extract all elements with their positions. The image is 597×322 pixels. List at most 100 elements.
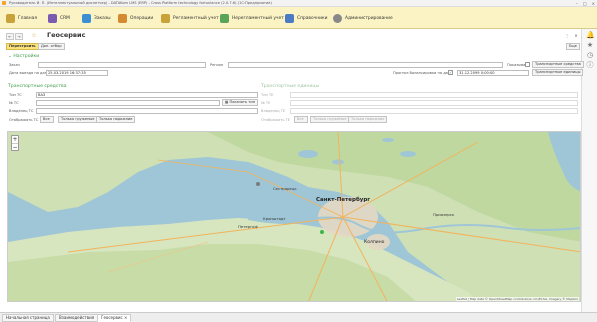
- close-page-icon[interactable]: ×: [572, 33, 580, 40]
- orders-icon: [82, 13, 91, 23]
- map-view[interactable]: + − Санкт-Петербург Колпино Сестрорецк К…: [7, 131, 581, 302]
- transport-vehicles-button-label: Транспортные средства: [535, 62, 581, 66]
- close-icon[interactable]: ×: [592, 1, 595, 6]
- unit-type-field[interactable]: [290, 92, 578, 98]
- tab-geoservice[interactable]: Геосервис ×: [97, 314, 132, 322]
- unit-display-label: Отображать ТЕ: [261, 118, 291, 122]
- vehicle-num-field[interactable]: [36, 100, 220, 106]
- bell-icon[interactable]: 🔔: [586, 31, 595, 39]
- region-label: Регион: [210, 63, 224, 67]
- menu-item-label: Администрирование: [345, 15, 393, 21]
- crm-icon: [48, 13, 57, 23]
- more-button[interactable]: Еще: [566, 43, 580, 50]
- info-icon[interactable]: ⓘ: [586, 61, 594, 69]
- section-menubar: Главная CRM Заказы Операции Регламентный…: [0, 7, 597, 29]
- operations-icon: [118, 13, 127, 23]
- unit-filter-all-button[interactable]: Все: [294, 116, 308, 123]
- star-icon[interactable]: ★: [586, 41, 594, 49]
- show-type-button-label: Показать тип: [229, 100, 256, 104]
- tab-home-page[interactable]: Начальная страница: [2, 314, 54, 322]
- tab-label: Взаимодействия: [59, 315, 95, 320]
- accounting-icon: [161, 13, 170, 23]
- forecast-label: Прогноз балансировки на дату: [393, 71, 453, 75]
- back-button[interactable]: ←: [6, 33, 14, 40]
- menu-item-admin[interactable]: Администрирование: [333, 11, 393, 25]
- menu-item-catalogs[interactable]: Справочники: [285, 11, 328, 25]
- page-title: Геосервис: [47, 31, 86, 39]
- more-button-label: Еще: [569, 44, 577, 48]
- unit-filter-loaded-button[interactable]: Только груженые: [310, 116, 350, 123]
- settings-section-label: Настройки: [13, 54, 40, 59]
- vehicle-filter-loaded-button[interactable]: Только груженые: [58, 116, 98, 123]
- map-zoom-control: + −: [11, 135, 19, 151]
- unit-num-field[interactable]: [290, 100, 578, 106]
- order-field[interactable]: [38, 62, 206, 68]
- minimize-icon[interactable]: –: [576, 1, 578, 6]
- vehicle-filter-loaded-label: Только груженые: [61, 117, 95, 121]
- vehicle-owner-field[interactable]: [36, 108, 258, 114]
- ledger-icon: [220, 13, 229, 23]
- menu-item-label: Главная: [18, 15, 37, 21]
- menu-item-nonreg-accounting[interactable]: Нерегламентный учет: [220, 11, 284, 25]
- units-section-title: Транспортные единицы: [261, 84, 320, 89]
- zoom-out-button[interactable]: −: [12, 143, 18, 151]
- vehicle-owner-label: Владелец ТС: [9, 109, 34, 113]
- bottom-tabbar: Начальная страница Взаимодействия Геосер…: [0, 312, 597, 322]
- extra-filter-label: Доп. отбор: [41, 44, 62, 48]
- map-label-sestroretsk: Сестрорецк: [273, 186, 297, 191]
- vehicle-filter-all-button[interactable]: Все: [40, 116, 54, 123]
- gear-icon: [333, 13, 342, 23]
- forecast-date-field[interactable]: 31.12.2099 0:00:00: [457, 70, 529, 76]
- menu-item-reg-accounting[interactable]: Регламентный учет: [161, 11, 219, 25]
- unit-owner-field[interactable]: [290, 108, 578, 114]
- menu-item-operations[interactable]: Операции: [118, 11, 153, 25]
- map-canvas[interactable]: [8, 132, 581, 302]
- map-label-spb: Санкт-Петербург: [316, 197, 371, 203]
- transport-units-button[interactable]: Транспортные единицы: [532, 69, 584, 76]
- unit-type-label: Тип ТЕ: [261, 93, 274, 97]
- map-attribution: Leaflet | Map data © OpenStreetMap contr…: [455, 297, 579, 301]
- forward-button[interactable]: →: [15, 33, 23, 40]
- transport-units-button-label: Транспортные единицы: [535, 70, 581, 74]
- catalog-icon: [285, 13, 294, 23]
- menu-item-crm[interactable]: CRM: [48, 11, 70, 25]
- order-label: Заказ: [9, 63, 20, 67]
- unit-num-label: № ТЕ: [261, 101, 271, 105]
- menu-item-label: Операции: [130, 15, 154, 21]
- vehicle-display-label: Отображать ТС: [9, 118, 39, 122]
- tab-label: Геосервис: [101, 315, 123, 320]
- history-icon[interactable]: ◷: [586, 51, 594, 59]
- delivery-date-label: Дата выезда на дату: [9, 71, 49, 75]
- forecast-checkbox[interactable]: ✓: [448, 70, 453, 75]
- zoom-in-button[interactable]: +: [12, 136, 18, 143]
- menu-item-label: Заказы: [94, 15, 111, 21]
- home-icon: [6, 13, 15, 23]
- menu-item-main[interactable]: Главная: [6, 11, 37, 25]
- transport-vehicles-button[interactable]: Транспортные средства: [532, 61, 584, 68]
- show-checkbox[interactable]: [525, 62, 530, 67]
- favorite-star-icon[interactable]: ☆: [30, 33, 38, 40]
- window-title: Руководитель И. П. (Интеллектуальный дис…: [9, 1, 272, 5]
- extra-filter-button[interactable]: Доп. отбор: [38, 43, 65, 50]
- vehicle-filter-empty-button[interactable]: Только порожние: [96, 116, 136, 123]
- refresh-button[interactable]: Перестроить: [6, 43, 39, 50]
- menu-item-orders[interactable]: Заказы: [82, 11, 111, 25]
- map-label-kolpino: Колпино: [364, 240, 385, 245]
- menu-item-label: Справочники: [297, 15, 328, 21]
- vehicle-type-label: Тип ТС: [9, 93, 22, 97]
- unit-filter-loaded-label: Только груженые: [313, 117, 347, 121]
- app-logo-icon: [2, 1, 6, 5]
- vehicle-type-field[interactable]: ВАЗ: [36, 92, 258, 98]
- tab-interactions[interactable]: Взаимодействия: [55, 314, 99, 322]
- refresh-button-label: Перестроить: [9, 44, 36, 48]
- delivery-date-field[interactable]: 25.03.2019 16:37:35: [46, 70, 108, 76]
- unit-filter-empty-button[interactable]: Только порожние: [348, 116, 388, 123]
- map-label-peterhof: Петергоф: [238, 224, 258, 229]
- region-field[interactable]: [228, 62, 503, 68]
- menu-item-label: Нерегламентный учет: [232, 15, 284, 21]
- menu-item-label: CRM: [60, 15, 70, 21]
- maximize-icon[interactable]: □: [583, 1, 587, 6]
- show-type-button[interactable]: ▦ Показать тип: [222, 99, 259, 106]
- tab-label: Начальная страница: [6, 315, 50, 320]
- link-icon[interactable]: ⋮: [563, 33, 571, 40]
